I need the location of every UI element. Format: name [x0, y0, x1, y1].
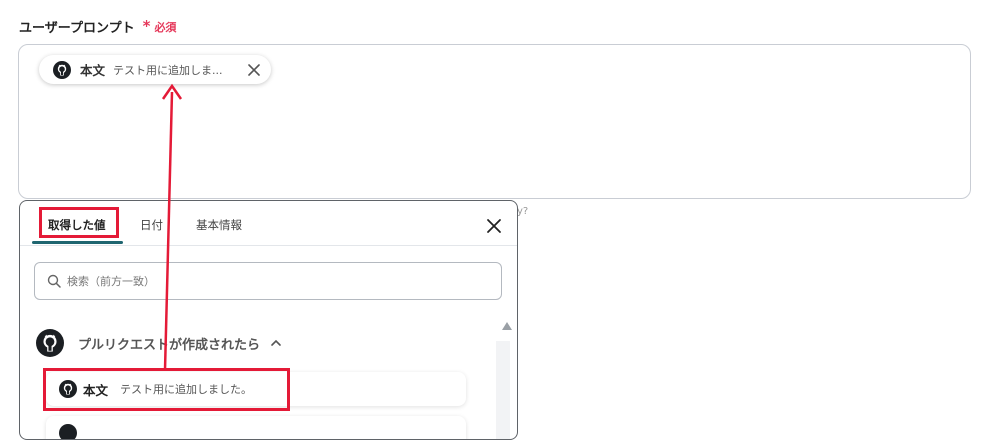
chevron-up-icon: [271, 339, 281, 346]
chip-remove-button[interactable]: [247, 63, 261, 77]
required-badge: 必須: [154, 20, 177, 34]
close-icon: [487, 219, 501, 233]
highlight-item-box: [43, 368, 290, 411]
search-input[interactable]: [65, 273, 469, 289]
github-icon: [59, 424, 77, 439]
scrollbar-track[interactable]: [496, 341, 510, 439]
value-item-next[interactable]: [46, 416, 466, 439]
github-icon: [53, 60, 71, 79]
search-icon: [47, 274, 61, 288]
github-icon: [36, 329, 64, 357]
field-label: ユーザープロンプト: [19, 21, 135, 36]
chip-value: テスト用に追加しま...: [113, 63, 223, 77]
tab-basic-info[interactable]: 基本情報: [196, 217, 242, 233]
panel-close-button[interactable]: [486, 218, 502, 234]
group-title: プルリクエストが作成されたら: [78, 337, 261, 353]
required-star: *: [142, 17, 151, 35]
active-tab-indicator: [32, 241, 123, 244]
close-icon: [248, 63, 260, 76]
scroll-up-arrow[interactable]: [502, 322, 512, 330]
hint-text-fragment: y?: [517, 206, 529, 217]
search-field[interactable]: [34, 262, 502, 300]
field-label-row: ユーザープロンプト * 必須: [19, 17, 177, 37]
chip-name: 本文: [80, 63, 106, 78]
trigger-group-header[interactable]: プルリクエストが作成されたら: [36, 329, 282, 357]
highlight-tab-box: [39, 207, 119, 238]
tab-date[interactable]: 日付: [140, 217, 163, 233]
inserted-value-chip[interactable]: 本文 テスト用に追加しま...: [39, 55, 271, 84]
